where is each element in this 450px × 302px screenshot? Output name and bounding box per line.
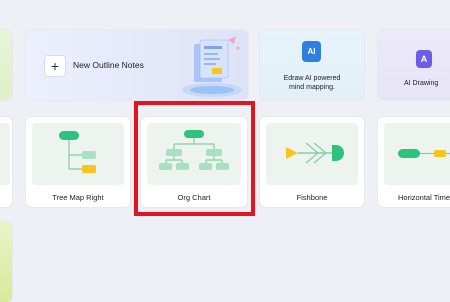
tree-map-right-label: Tree Map Right	[52, 193, 104, 202]
fishbone-thumbnail	[266, 123, 358, 185]
plus-icon: +	[44, 55, 66, 77]
fishbone-card[interactable]: Fishbone	[260, 117, 364, 207]
selection-highlight-box	[134, 101, 255, 216]
ai-drawing-icon: A	[416, 50, 432, 68]
outline-notes-illustration	[182, 36, 242, 97]
partial-template-card-mid[interactable]	[0, 117, 12, 207]
tree-map-right-thumbnail	[32, 123, 124, 185]
tree-map-right-card[interactable]: Tree Map Right	[26, 117, 130, 207]
partial-thumbnail	[0, 123, 10, 185]
new-outline-notes-label: New Outline Notes	[73, 60, 144, 70]
partial-template-card-bottom[interactable]	[0, 222, 12, 302]
ai-drawing-label: AI Drawing	[404, 80, 439, 87]
horizontal-timeline-card[interactable]: Horizontal Time	[378, 117, 450, 207]
tree-map-right-diagram	[59, 131, 96, 173]
fishbone-diagram	[286, 142, 344, 164]
partial-template-card-top[interactable]	[0, 30, 12, 100]
edraw-ai-mind-mapping-card[interactable]: AI Edraw AI powered mind mapping.	[260, 30, 364, 100]
ai-mind-mapping-label: Edraw AI powered mind mapping.	[260, 74, 364, 92]
fishbone-label: Fishbone	[296, 193, 328, 202]
horizontal-timeline-thumbnail	[384, 123, 450, 185]
ai-mind-label-line1: Edraw AI powered	[283, 75, 341, 82]
horizontal-timeline-label: Horizontal Time	[398, 193, 450, 202]
ai-mind-label-line2: mind mapping.	[289, 84, 335, 91]
horizontal-timeline-diagram	[398, 149, 450, 158]
ai-icon: AI	[302, 41, 321, 62]
ai-drawing-card[interactable]: A AI Drawing	[378, 30, 450, 100]
new-outline-notes-card[interactable]: + New Outline Notes	[26, 30, 248, 100]
